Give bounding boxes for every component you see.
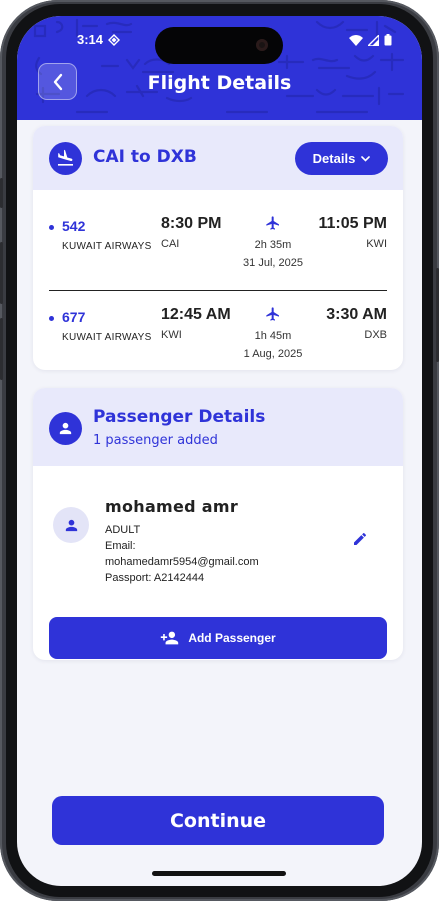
flight-duration: 2h 35m xyxy=(254,239,292,251)
wifi-icon xyxy=(349,34,363,46)
passenger-card: Passenger Details 1 passenger added moha… xyxy=(33,388,403,660)
departure-time: 8:30 PM xyxy=(161,215,222,232)
passenger-email: mohamedamr5954@gmail.com xyxy=(105,556,259,568)
flight-icon-circle xyxy=(49,142,82,175)
app-header: 3:14 Flight Details xyxy=(17,16,422,120)
departure-code: KWI xyxy=(161,329,182,341)
flight-date: 31 Jul, 2025 xyxy=(243,257,303,269)
continue-button[interactable]: Continue xyxy=(52,796,384,845)
status-icons xyxy=(349,34,392,46)
data-saver-icon xyxy=(108,34,120,46)
person-icon xyxy=(65,519,77,531)
departure-code: CAI xyxy=(161,238,180,250)
airline-name: KUWAIT AIRWAYS xyxy=(62,332,152,343)
details-button-label: Details xyxy=(312,151,356,166)
passenger-icon-circle xyxy=(49,412,82,445)
segment-bullet xyxy=(49,225,54,230)
arrival-time: 3:30 AM xyxy=(326,306,387,323)
arrival-code: DXB xyxy=(364,329,387,341)
person-add-icon xyxy=(161,631,179,645)
arrival-code: KWI xyxy=(366,238,387,250)
passenger-card-header: Passenger Details 1 passenger added xyxy=(33,388,403,466)
side-button-volume-down xyxy=(0,318,3,380)
passenger-section-title: Passenger Details xyxy=(93,407,266,427)
add-passenger-button[interactable]: Add Passenger xyxy=(49,617,387,659)
flight-land-icon xyxy=(57,149,74,166)
edit-passenger-button[interactable] xyxy=(349,528,371,550)
home-indicator xyxy=(152,871,286,876)
details-button[interactable]: Details xyxy=(295,142,388,175)
flight-segment[interactable]: 542 KUWAIT AIRWAYS 8:30 PM CAI 2h 35m 31… xyxy=(33,202,403,278)
route-title: CAI to DXB xyxy=(93,147,197,167)
airplane-icon xyxy=(266,216,279,230)
segment-bullet xyxy=(49,316,54,321)
add-passenger-label: Add Passenger xyxy=(188,631,276,645)
departure-time: 12:45 AM xyxy=(161,306,231,323)
flight-date: 1 Aug, 2025 xyxy=(243,348,303,360)
arrival-time: 11:05 PM xyxy=(318,215,387,232)
passenger-name: mohamed amr xyxy=(105,497,239,516)
airplane-icon xyxy=(266,307,279,321)
camera-island xyxy=(155,27,283,64)
flight-number: 542 xyxy=(62,218,86,234)
page-title: Flight Details xyxy=(147,72,292,94)
side-button-volume-up xyxy=(0,242,3,304)
email-label: Email: xyxy=(105,540,136,552)
passenger-type: ADULT xyxy=(105,524,141,536)
flight-card-header: CAI to DXB Details xyxy=(33,126,403,190)
battery-icon xyxy=(384,34,392,46)
passenger-passport: Passport: A2142444 xyxy=(105,572,205,584)
flight-number: 677 xyxy=(62,309,86,325)
airline-name: KUWAIT AIRWAYS xyxy=(62,241,152,252)
flight-segment[interactable]: 677 KUWAIT AIRWAYS 12:45 AM KWI 1h 45m 1… xyxy=(33,293,403,369)
chevron-down-icon xyxy=(361,155,371,162)
avatar xyxy=(53,507,89,543)
side-button-action xyxy=(0,178,3,208)
person-icon xyxy=(59,422,72,435)
flight-duration: 1h 45m xyxy=(254,330,292,342)
flight-card: CAI to DXB Details 542 KUWAIT AIRWAYS 8:… xyxy=(33,126,403,370)
status-time: 3:14 xyxy=(77,32,104,47)
front-camera xyxy=(256,39,268,51)
segment-divider xyxy=(49,290,387,291)
edit-pencil-icon xyxy=(354,532,367,545)
cellular-signal-icon xyxy=(368,34,379,46)
passenger-count-text: 1 passenger added xyxy=(93,433,218,448)
app-screen: 3:14 Flight Details CAI to DXB Details 5… xyxy=(17,16,422,886)
